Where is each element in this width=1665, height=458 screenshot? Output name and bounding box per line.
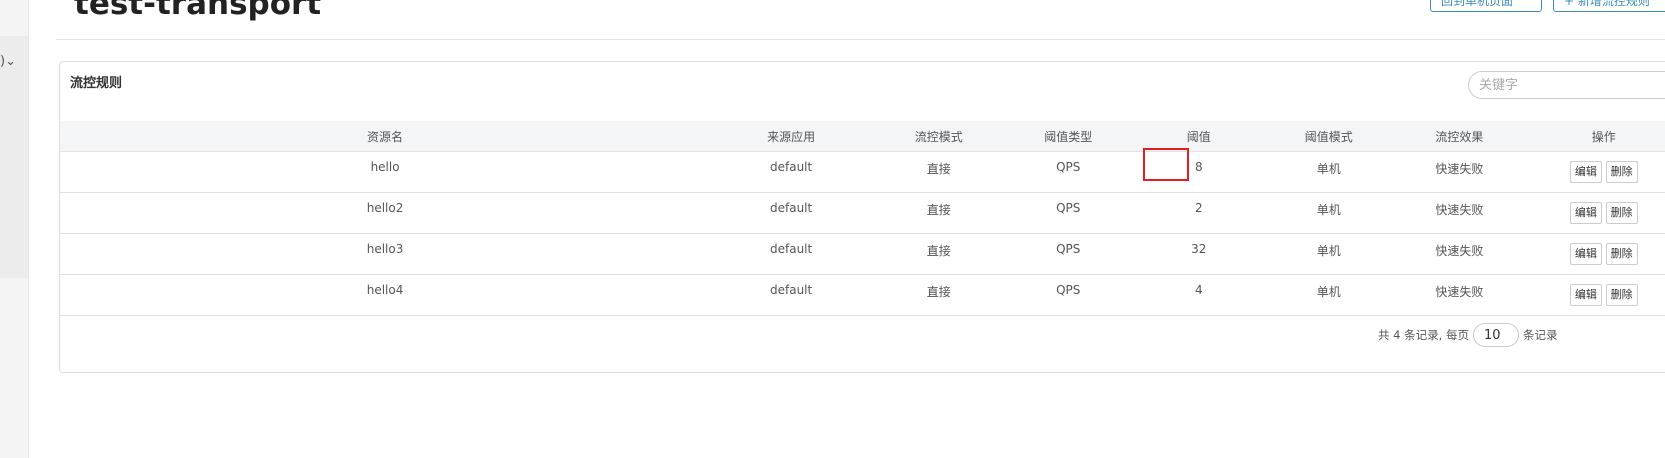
pagination: 共 4 条记录, 每页 条记录 xyxy=(1378,323,1557,347)
column-header-grade[interactable]: 阈值类型 xyxy=(1005,121,1131,152)
cell-effect: 快速失败 xyxy=(1435,162,1484,176)
edit-button[interactable]: 编辑 xyxy=(1569,161,1602,183)
column-header-effect[interactable]: 流控效果 xyxy=(1391,121,1527,152)
panel-title: 流控规则 xyxy=(70,76,123,91)
cell-grade: QPS xyxy=(1056,160,1081,174)
cell-origin: default xyxy=(770,201,813,215)
cell-effect: 快速失败 xyxy=(1435,203,1484,217)
cell-actions: 编辑 删除 xyxy=(1528,152,1665,193)
pagination-suffix: 条记录 xyxy=(1522,328,1558,342)
cell-grade: QPS xyxy=(1056,201,1081,215)
table-row: hello2 default 直接 QPS 2 单机 快速失败 编辑 删除 xyxy=(60,192,1665,234)
cell-cluster: 单机 xyxy=(1316,203,1341,217)
cell-count: 2 xyxy=(1194,201,1203,215)
header-divider xyxy=(56,39,1665,40)
search-input[interactable] xyxy=(1468,71,1665,99)
cell-mode: 直接 xyxy=(926,244,951,258)
cell-effect: 快速失败 xyxy=(1435,244,1484,258)
chevron-down-icon[interactable]: )⌄ xyxy=(0,54,16,70)
sidebar-band xyxy=(0,36,28,278)
cell-mode: 直接 xyxy=(926,203,951,217)
cell-count: 4 xyxy=(1194,283,1203,297)
cell-actions: 编辑 删除 xyxy=(1528,234,1665,275)
edit-button[interactable]: 编辑 xyxy=(1569,284,1602,306)
rules-table: 资源名 来源应用 流控模式 阈值类型 阈值 阈值模式 流控效果 操作 hello… xyxy=(60,121,1665,316)
flow-rules-panel: 流控规则 资源名 来源应用 流控模式 阈值类型 阈值 阈值模式 流控效果 操作 … xyxy=(59,61,1665,373)
page-title: test-transport xyxy=(74,0,322,22)
table-row: hello3 default 直接 QPS 32 单机 快速失败 编辑 删除 xyxy=(60,233,1665,275)
edit-button[interactable]: 编辑 xyxy=(1569,243,1602,265)
cell-effect: 快速失败 xyxy=(1435,285,1484,299)
column-header-cluster[interactable]: 阈值模式 xyxy=(1266,121,1391,152)
cell-grade: QPS xyxy=(1056,242,1081,256)
delete-button[interactable]: 删除 xyxy=(1605,161,1638,183)
cell-resource: hello4 xyxy=(366,283,404,297)
table-row: hello default 直接 QPS 8 单机 快速失败 编辑 删除 xyxy=(60,148,1665,193)
cell-count-value: 8 xyxy=(1194,160,1203,174)
pagination-summary: 共 4 条记录, 每页 xyxy=(1378,328,1469,342)
cell-mode: 直接 xyxy=(926,162,951,176)
column-header-count[interactable]: 阈值 xyxy=(1131,121,1266,152)
column-header-origin[interactable]: 来源应用 xyxy=(710,121,872,152)
cell-mode: 直接 xyxy=(926,285,951,299)
cell-origin: default xyxy=(770,242,813,256)
highlight-box xyxy=(1143,148,1190,181)
cell-count: 32 xyxy=(1191,242,1207,256)
cell-count-highlighted: 8 xyxy=(1131,148,1266,193)
column-header-resource[interactable]: 资源名 xyxy=(60,121,710,152)
column-header-actions: 操作 xyxy=(1591,129,1616,144)
cell-cluster: 单机 xyxy=(1316,285,1341,299)
add-flow-rule-button[interactable]: + 新增流控规则 xyxy=(1553,0,1665,12)
cell-actions: 编辑 删除 xyxy=(1528,275,1665,316)
cell-grade: QPS xyxy=(1056,283,1081,297)
table-header-row: 资源名 来源应用 流控模式 阈值类型 阈值 阈值模式 流控效果 操作 xyxy=(60,121,1665,152)
page-size-input[interactable] xyxy=(1472,323,1519,347)
left-sidebar: )⌄ xyxy=(0,0,29,458)
back-to-single-page-button[interactable]: 回到单机页面 xyxy=(1430,0,1542,12)
edit-button[interactable]: 编辑 xyxy=(1569,202,1602,224)
delete-button[interactable]: 删除 xyxy=(1605,243,1638,265)
cell-origin: default xyxy=(770,160,813,174)
delete-button[interactable]: 删除 xyxy=(1605,284,1638,306)
cell-resource: hello2 xyxy=(366,201,404,215)
cell-resource: hello xyxy=(370,160,400,174)
cell-cluster: 单机 xyxy=(1316,244,1341,258)
column-header-mode[interactable]: 流控模式 xyxy=(872,121,1005,152)
cell-origin: default xyxy=(770,283,813,297)
cell-resource: hello3 xyxy=(366,242,404,256)
cell-actions: 编辑 删除 xyxy=(1528,193,1665,234)
delete-button[interactable]: 删除 xyxy=(1605,202,1638,224)
cell-cluster: 单机 xyxy=(1316,162,1341,176)
table-row: hello4 default 直接 QPS 4 单机 快速失败 编辑 删除 xyxy=(60,274,1665,316)
